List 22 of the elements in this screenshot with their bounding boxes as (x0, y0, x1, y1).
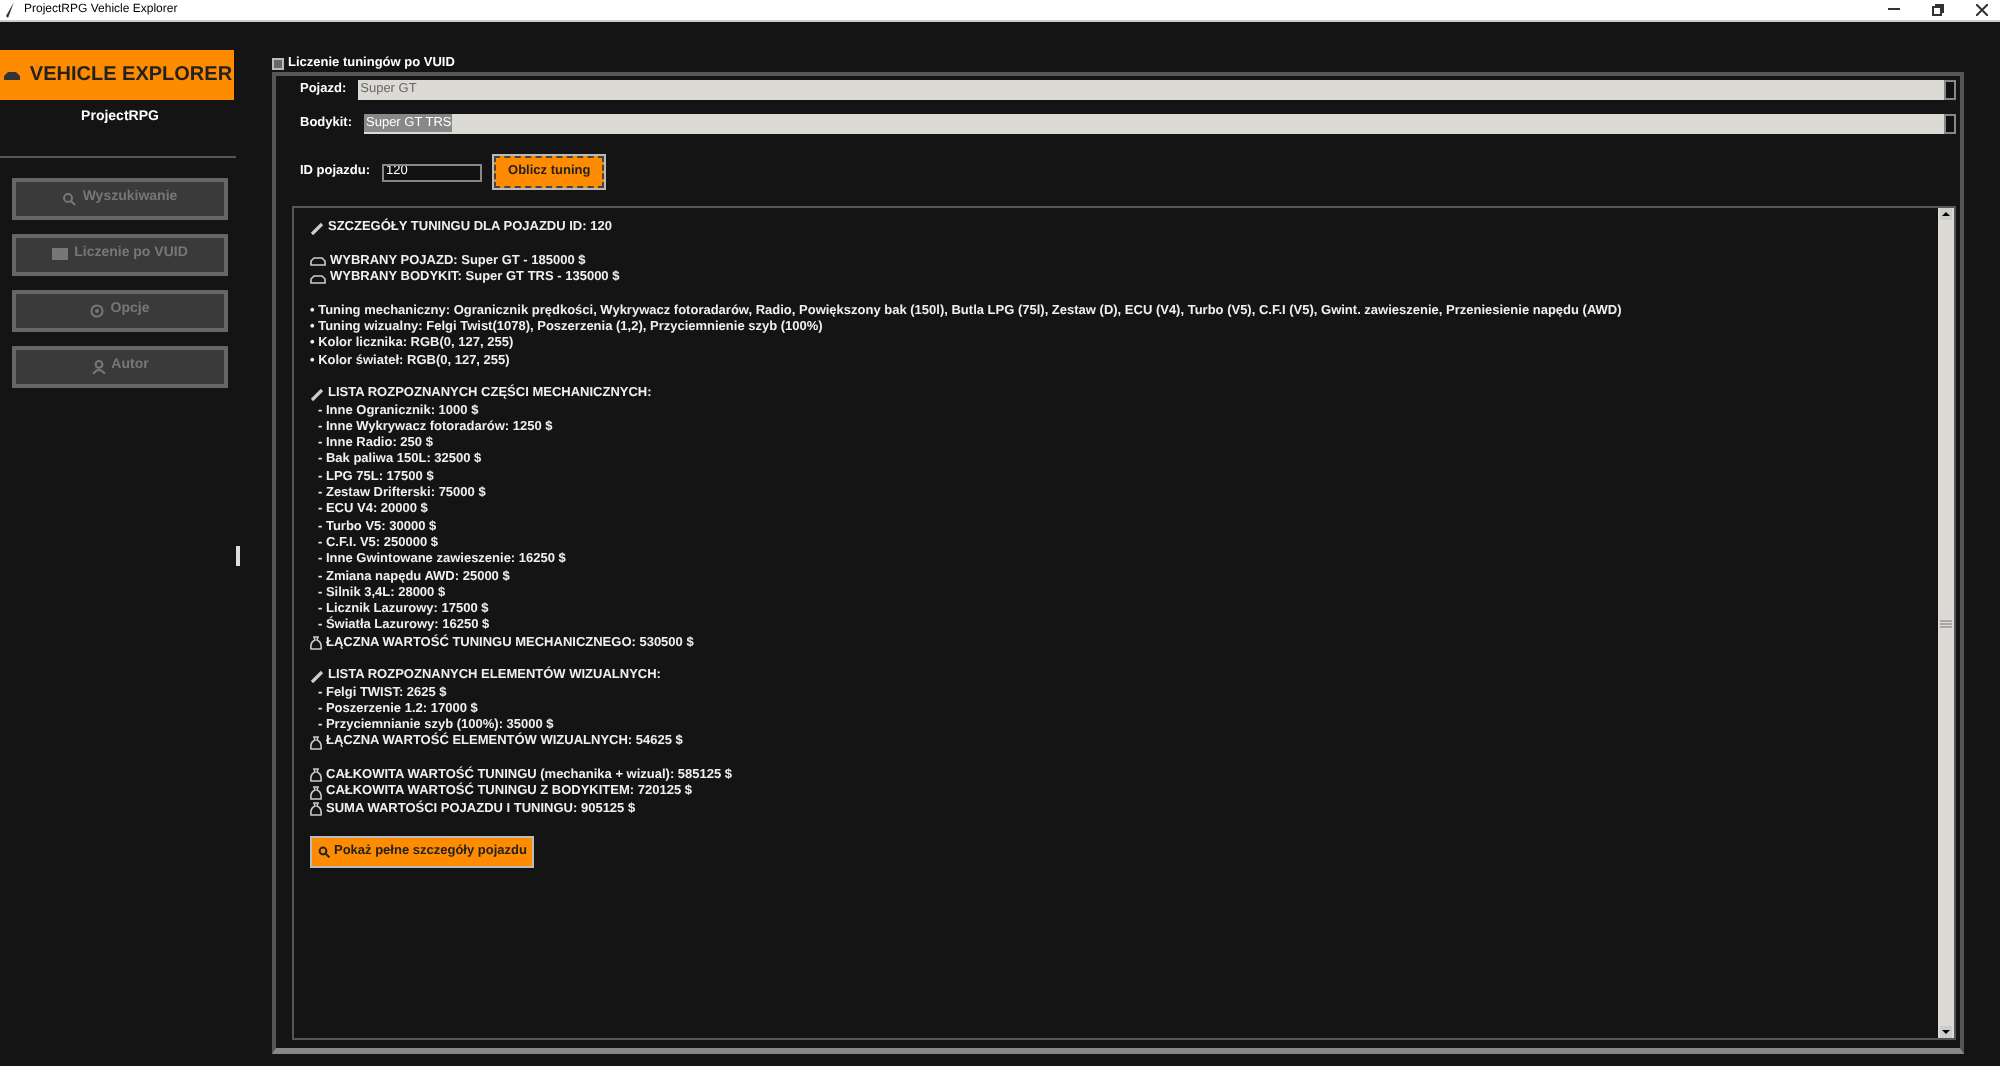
car-icon (1, 69, 22, 81)
pencil-icon (310, 221, 324, 236)
money-bag-icon (310, 636, 322, 651)
scroll-grip-icon[interactable] (1940, 619, 1952, 627)
logo-text: VEHICLE EXPLORER (29, 62, 233, 90)
pencil-icon (310, 669, 324, 684)
minimize-icon[interactable] (1888, 8, 1900, 12)
splitter-handle[interactable] (236, 546, 240, 566)
scroll-up-icon[interactable] (1940, 208, 1952, 220)
money-bag-icon (310, 735, 322, 750)
search-icon (62, 191, 77, 205)
person-icon (91, 359, 106, 373)
restore-icon[interactable] (1932, 4, 1944, 16)
close-icon[interactable] (1976, 4, 1988, 16)
card-icon (52, 248, 69, 260)
scrollbar[interactable] (1938, 208, 1954, 1038)
tab-icon (272, 58, 284, 70)
settings-icon (90, 303, 105, 317)
pencil-icon (310, 387, 324, 402)
scroll-down-icon[interactable] (1940, 1026, 1952, 1038)
search-icon (318, 845, 330, 858)
app-icon (6, 2, 16, 18)
